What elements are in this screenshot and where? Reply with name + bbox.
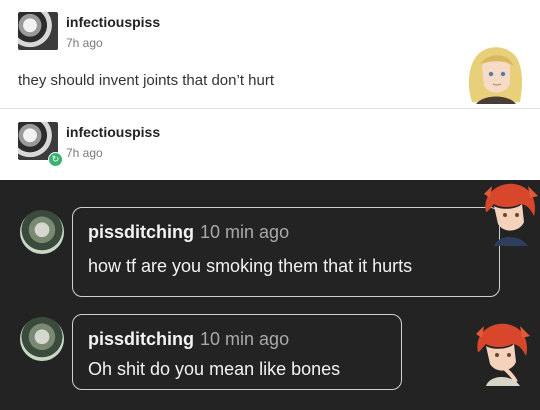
comment-thread: pissditching 10 min ago how tf are you sm…: [0, 180, 540, 410]
redhead-character-sticker: [476, 323, 530, 386]
post-username[interactable]: infectiouspiss: [66, 124, 160, 140]
comment-timestamp: 10 min ago: [200, 222, 290, 242]
comment-author[interactable]: pissditching 10 min ago: [88, 329, 289, 350]
comment-bubble: pissditching 10 min ago how tf are you sm…: [72, 207, 500, 297]
reblog-icon: ↻: [48, 152, 63, 167]
post-feed: infectiouspiss 7h ago they should invent…: [0, 0, 540, 180]
comment-text: how tf are you smoking them that it hurt…: [88, 256, 413, 276]
post-timestamp: 7h ago: [66, 146, 103, 160]
user-avatar[interactable]: [18, 12, 58, 50]
comment-author[interactable]: pissditching 10 min ago: [88, 222, 289, 243]
commenter-avatar[interactable]: [20, 317, 64, 361]
commenter-avatar[interactable]: [20, 210, 64, 254]
post-text: they should invent joints that don’t hur…: [18, 72, 274, 89]
comment-bubble: pissditching 10 min ago Oh shit do you me…: [72, 314, 402, 390]
comment-text: Oh shit do you mean like bones: [88, 359, 341, 379]
post-username[interactable]: infectiouspiss: [66, 14, 160, 30]
blonde-character-sticker: [468, 47, 522, 104]
reblog-post: ↻ infectiouspiss 7h ago: [0, 108, 540, 180]
redhead-character-sticker: [484, 183, 538, 246]
post-timestamp: 7h ago: [66, 36, 103, 50]
comment-timestamp: 10 min ago: [200, 329, 290, 349]
original-post: infectiouspiss 7h ago they should invent…: [0, 0, 540, 109]
